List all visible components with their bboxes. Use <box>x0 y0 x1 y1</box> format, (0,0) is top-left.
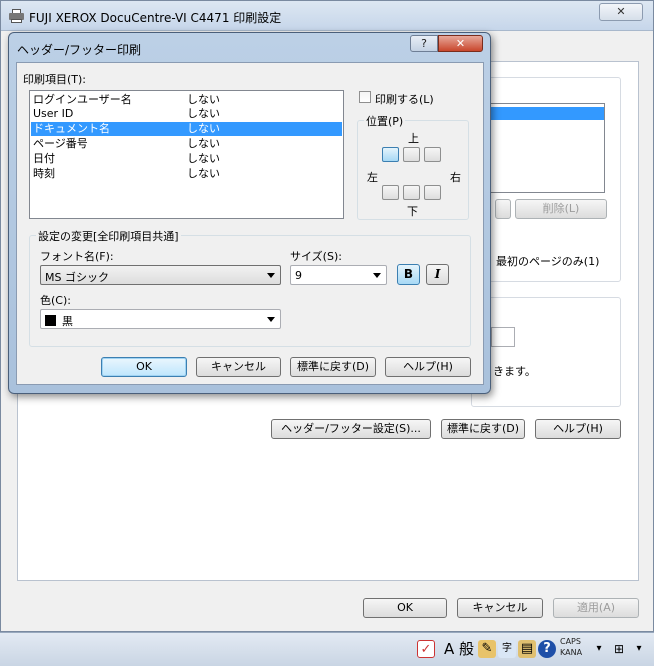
bold-button[interactable]: B <box>397 264 420 285</box>
parent-window-title: FUJI XEROX DocuCentre-VI C4471 印刷設定 <box>29 11 282 25</box>
italic-button[interactable]: I <box>426 264 449 285</box>
parent-title-bar: FUJI XEROX DocuCentre-VI C4471 印刷設定 ✕ <box>1 1 653 31</box>
parent-input-field[interactable] <box>491 327 515 347</box>
font-name-label: フォント名(F): <box>40 250 114 263</box>
item-name: User ID <box>33 107 74 120</box>
list-item[interactable]: 時刻 しない <box>31 167 342 181</box>
item-value: しない <box>187 122 220 135</box>
dialog-cancel-button[interactable]: キャンセル <box>196 357 281 377</box>
position-top-center-button[interactable] <box>403 147 420 162</box>
position-bottom-center-button[interactable] <box>403 185 420 200</box>
position-left-label: 左 <box>367 171 378 184</box>
font-name-value: MS ゴシック <box>45 271 109 284</box>
dialog-ok-button[interactable]: OK <box>101 357 187 377</box>
position-bottom-right-button[interactable] <box>424 185 441 200</box>
print-items-list[interactable]: ログインユーザー名 しない User ID しない ドキュメント名 しない ペー… <box>29 90 344 219</box>
font-name-dropdown[interactable]: MS ゴシック <box>40 265 281 285</box>
item-value: しない <box>187 107 220 120</box>
caps-kana-indicator: CAPS KANA <box>560 636 582 658</box>
chevron-down-icon <box>373 273 381 278</box>
position-bottom-left-button[interactable] <box>382 185 399 200</box>
color-value: 黒 <box>62 315 73 328</box>
item-value: しない <box>187 137 220 150</box>
item-name: ページ番号 <box>33 137 88 150</box>
parent-list-selected-row[interactable] <box>484 107 604 120</box>
header-footer-settings-button[interactable]: ヘッダー/フッター設定(S)... <box>271 419 431 439</box>
parent-cancel-button[interactable]: キャンセル <box>457 598 543 618</box>
dialog-title: ヘッダー/フッター印刷 <box>17 43 142 57</box>
position-right-label: 右 <box>450 171 461 184</box>
dictionary-icon[interactable]: ▤ <box>518 640 536 658</box>
item-name: 日付 <box>33 152 55 165</box>
chevron-down-icon <box>267 273 275 278</box>
print-checkbox[interactable] <box>359 91 371 103</box>
color-value-wrap: 黒 <box>45 313 73 329</box>
ime-tool-icon[interactable]: ✎ <box>478 640 496 658</box>
kana-label: KANA <box>560 648 583 657</box>
common-settings-label: 設定の変更[全印刷項目共通] <box>36 228 181 244</box>
position-top-left-button[interactable] <box>382 147 399 162</box>
color-swatch <box>45 315 56 326</box>
parent-apply-button[interactable]: 適用(A) <box>553 598 639 618</box>
color-label: 色(C): <box>40 294 71 307</box>
item-value: しない <box>187 93 220 106</box>
taskbar: ✓ A 般 ✎ 字 ▤ ? CAPS KANA ▾ ⊞ ▾ <box>0 632 654 666</box>
color-dropdown[interactable]: 黒 <box>40 309 281 329</box>
list-item[interactable]: ページ番号 しない <box>31 137 342 151</box>
common-settings-group: 設定の変更[全印刷項目共通] フォント名(F): MS ゴシック サイズ(S):… <box>29 228 471 347</box>
tray-arrow-icon[interactable]: ▾ <box>630 640 648 658</box>
list-item-selected[interactable]: ドキュメント名 しない <box>31 122 342 136</box>
item-name: 時刻 <box>33 167 55 180</box>
dialog-close-button[interactable]: ✕ <box>438 35 483 52</box>
item-name: ログインユーザー名 <box>33 93 132 106</box>
dialog-client-area: 印刷項目(T): ログインユーザー名 しない User ID しない ドキュメン… <box>16 62 484 385</box>
position-top-right-button[interactable] <box>424 147 441 162</box>
position-group: 位置(P) 上 左 右 下 <box>357 113 469 220</box>
font-size-dropdown[interactable]: 9 <box>290 265 387 285</box>
list-item[interactable]: ログインユーザー名 しない <box>31 93 342 107</box>
ime-pad-icon[interactable]: 字 <box>498 640 516 658</box>
help-icon[interactable]: ? <box>538 640 556 658</box>
parent-group-box-2 <box>471 297 621 407</box>
header-footer-dialog: ヘッダー/フッター印刷 ? ✕ 印刷項目(T): ログインユーザー名 しない U… <box>8 32 491 394</box>
list-item[interactable]: User ID しない <box>31 107 342 121</box>
ime-minimize-icon[interactable]: ⊞ <box>610 640 628 658</box>
print-items-label: 印刷項目(T): <box>23 73 87 86</box>
item-value: しない <box>187 152 220 165</box>
chevron-down-icon <box>267 317 275 322</box>
security-check-icon[interactable]: ✓ <box>417 640 435 658</box>
item-name: ドキュメント名 <box>33 122 110 135</box>
parent-delete-button[interactable]: 削除(L) <box>515 199 607 219</box>
ime-mode-indicator[interactable]: A 般 <box>442 640 476 658</box>
parent-ok-button[interactable]: OK <box>363 598 447 618</box>
list-item[interactable]: 日付 しない <box>31 152 342 166</box>
dialog-help-text-button[interactable]: ヘルプ(H) <box>385 357 471 377</box>
parent-partial-text: きます。 <box>493 365 536 378</box>
caps-label: CAPS <box>560 637 581 646</box>
font-size-value: 9 <box>295 269 302 282</box>
position-bottom-label: 下 <box>407 205 418 218</box>
ime-options-icon[interactable]: ▾ <box>590 640 608 658</box>
position-top-label: 上 <box>408 132 419 145</box>
item-value: しない <box>187 167 220 180</box>
parent-help-button[interactable]: ヘルプ(H) <box>535 419 621 439</box>
parent-reset-button[interactable]: 標準に戻す(D) <box>441 419 525 439</box>
dialog-help-button[interactable]: ? <box>410 35 438 52</box>
dialog-reset-button[interactable]: 標準に戻す(D) <box>290 357 376 377</box>
parent-close-button[interactable]: ✕ <box>599 3 643 21</box>
size-label: サイズ(S): <box>290 250 342 263</box>
first-page-only-label: 最初のページのみ(1) <box>496 255 600 268</box>
printer-icon <box>9 9 24 23</box>
position-label: 位置(P) <box>364 113 406 129</box>
parent-hidden-button <box>495 199 511 219</box>
print-checkbox-label: 印刷する(L) <box>375 93 434 106</box>
